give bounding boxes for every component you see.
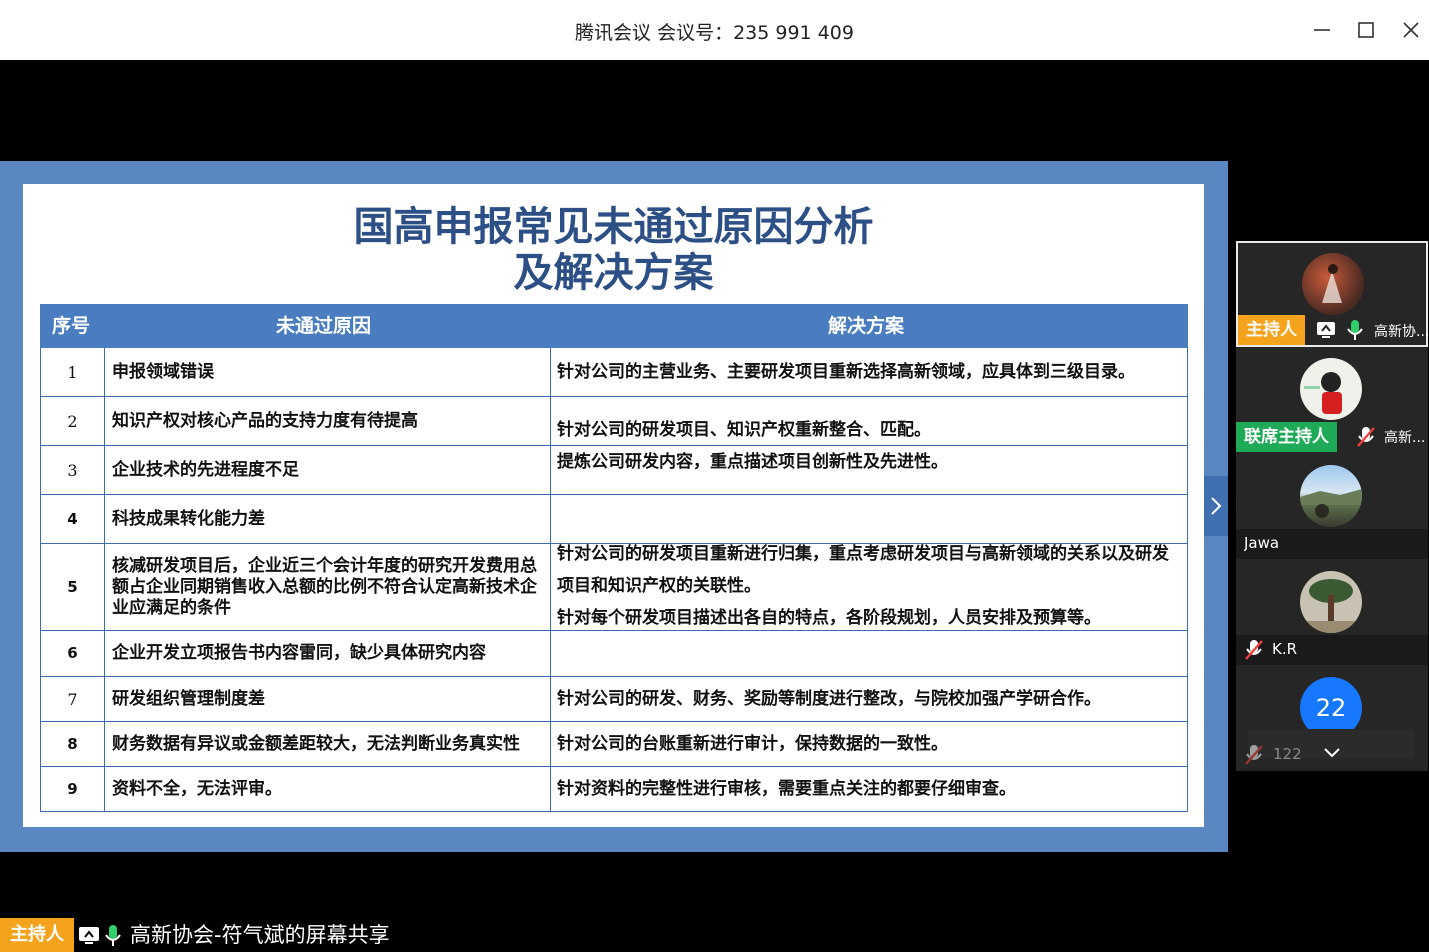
more-participants-card[interactable]: 22 122 [1236,665,1428,771]
window-title: 腾讯会议 会议号：235 991 409 [575,22,854,44]
slide: 国高申报常见未通过原因分析 及解决方案 序号 未通过原因 解决方案 1 申报领域… [23,184,1204,827]
avatar-image [1304,372,1342,414]
participant-name-bar [1236,635,1428,665]
slide-title-line2: 及解决方案 [513,250,714,296]
solution-text: 针对公司的台账重新进行审计，保持数据的一致性。 [557,734,948,754]
solution-text: 提炼公司研发内容，重点描述项目创新性及先进性。 [557,451,948,472]
mic-muted-icon [1245,640,1263,660]
row-num: 2 [41,397,105,445]
chevron-right-icon [1211,497,1222,515]
mic-muted-icon [1357,427,1375,447]
screen-share-icon [1317,322,1335,338]
minimize-button[interactable] [1306,14,1338,46]
row-num: 3 [41,446,105,494]
solution-text: 针对公司的主营业务、主要研发项目重新选择高新领域，应具体到三级目录。 [557,362,1135,382]
row-reason: 研发组织管理制度差 [105,677,551,721]
participant-name: K.R [1272,640,1298,658]
row-reason: 核减研发项目后，企业近三个会计年度的研究开发费用总额占企业同期销售收入总额的比例… [105,544,551,630]
share-status-text: 高新协会-符气斌的屏幕共享 [130,923,390,947]
solution-cell: 针对公司的研发项目、知识产权重新整合、匹配。 提炼公司研发内容，重点描述项目创新… [550,397,1188,495]
avatar-image [1300,489,1362,518]
expand-panel-button[interactable] [1204,476,1228,536]
solution-cell: 针对资料的完整性进行审核，需要重点关注的都要仔细审查。 [550,767,1188,812]
maximize-icon [1358,22,1374,38]
row-reason: 资料不全，无法评审。 [105,767,551,811]
close-icon [1403,22,1419,38]
maximize-button[interactable] [1350,14,1382,46]
avatar-image [1300,579,1362,633]
solution-text: 针对公司的研发、财务、奖励等制度进行整改，与院校加强产学研合作。 [557,689,1101,709]
avatar [1300,358,1362,420]
solution-cell: 针对公司的研发、财务、奖励等制度进行整改，与院校加强产学研合作。 [550,677,1188,722]
row-reason: 企业开发立项报告书内容雷同，缺少具体研究内容 [105,631,551,676]
cohost-badge: 联席主持人 [1236,422,1337,452]
row-num: 4 [41,495,105,543]
row-num: 5 [41,544,105,630]
row-reason: 申报领域错误 [105,348,551,396]
solution-text: 针对每个研发项目描述出各自的特点，各阶段规划，人员安排及预算等。 [557,607,1101,628]
header-solution: 解决方案 [828,315,905,337]
row-reason: 财务数据有异议或金额差距较大，无法判断业务真实性 [105,722,551,766]
slide-title-line1: 国高申报常见未通过原因分析 [353,204,874,250]
mic-on-icon [105,925,121,946]
row-num: 8 [41,722,105,766]
participant-card[interactable]: K.R [1236,559,1428,665]
solution-cell: 针对公司的研发项目重新进行归集，重点考虑研发项目与高新领域的关系以及研发项目和知… [550,495,1188,677]
host-badge: 主持人 [0,918,74,952]
participant-name: Jawa [1244,534,1280,552]
participant-name: 高新... [1384,430,1426,446]
participant-card[interactable]: Jawa [1236,453,1428,559]
row-num: 6 [41,631,105,676]
window-title-bar: 腾讯会议 会议号：235 991 409 [0,0,1429,60]
mic-muted-icon [1245,745,1263,765]
avatar [1302,253,1364,315]
participant-card-cohost[interactable]: 联席主持人 高新... [1236,347,1428,453]
row-reason: 企业技术的先进程度不足 [105,446,551,494]
row-num: 1 [41,348,105,396]
share-status-bar: 主持人 高新协会-符气斌的屏幕共享 [0,918,420,952]
host-badge: 主持人 [1238,315,1305,345]
chevron-down-icon[interactable] [1322,745,1342,761]
minimize-icon [1314,29,1330,31]
participant-card-host[interactable]: 主持人 高新协... [1236,241,1428,347]
row-num: 9 [41,767,105,811]
header-num: 序号 [52,315,91,337]
solution-cell: 针对公司的主营业务、主要研发项目重新选择高新领域，应具体到三级目录。 [550,348,1188,397]
solution-text: 针对公司的研发项目重新进行归集，重点考虑研发项目与高新领域的关系以及研发项目和知… [557,543,1169,596]
solution-cell: 针对公司的台账重新进行审计，保持数据的一致性。 [550,722,1188,767]
avatar [1300,465,1362,527]
participant-name: 高新协... [1374,324,1428,340]
shared-screen: 国高申报常见未通过原因分析 及解决方案 序号 未通过原因 解决方案 1 申报领域… [0,161,1228,852]
avatar-image [1322,264,1342,303]
row-reason: 科技成果转化能力差 [105,495,551,543]
row-num: 7 [41,677,105,721]
solution-text: 针对公司的研发项目、知识产权重新整合、匹配。 [557,419,931,440]
analysis-table: 序号 未通过原因 解决方案 1 申报领域错误 2 知识产权对核心产品的支持力度有… [40,304,1188,812]
mic-on-icon [1347,320,1363,340]
table-header: 序号 未通过原因 解决方案 [40,304,1188,348]
solution-text: 针对资料的完整性进行审核，需要重点关注的都要仔细审查。 [557,779,1016,799]
screen-share-icon [79,927,99,944]
close-button[interactable] [1395,14,1427,46]
avatar [1300,571,1362,633]
row-reason: 知识产权对核心产品的支持力度有待提高 [105,397,551,445]
participant-total: 122 [1273,745,1302,763]
header-reason: 未通过原因 [276,315,372,337]
